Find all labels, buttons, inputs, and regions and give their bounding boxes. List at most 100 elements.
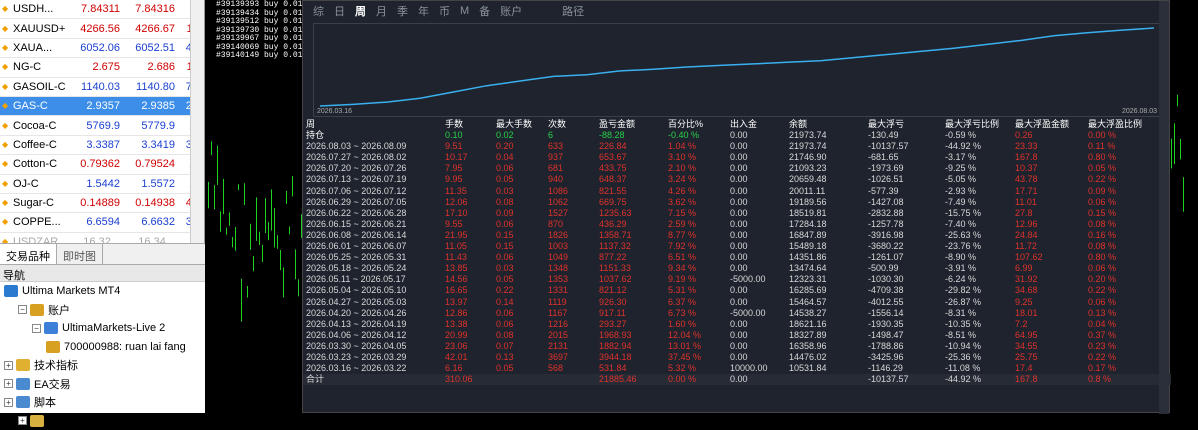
table-cell: -500.99 [868, 263, 945, 274]
market-watch-row[interactable]: ◆OJ-C1.54421.5572... [0, 175, 204, 194]
tab-tick-chart[interactable]: 即时图 [57, 244, 103, 264]
table-cell: 1527 [548, 208, 599, 219]
report-tab[interactable]: 月 [376, 3, 387, 19]
table-cell: 1003 [548, 241, 599, 252]
market-watch-row[interactable]: ◆XAUA...6052.066052.5145 [0, 39, 204, 58]
table-cell: 6.37 % [668, 297, 730, 308]
expand-icon[interactable]: + [18, 416, 27, 425]
table-cell: -88.28 [599, 130, 668, 141]
table-cell: 10531.84 [789, 363, 868, 374]
table-cell: 19189.56 [789, 197, 868, 208]
market-watch-row[interactable]: ◆USDZAR16.32...16.34...... [0, 233, 204, 243]
report-tab[interactable]: 备 [479, 3, 490, 19]
table-cell: 21973.74 [789, 141, 868, 152]
table-cell: 1353 [548, 274, 599, 285]
table-row: 2026.07.27 ~ 2026.08.0210.170.04937653.6… [303, 152, 1171, 163]
table-cell: 2.59 % [668, 219, 730, 230]
market-watch-row[interactable]: ◆NG-C2.6752.68611 [0, 58, 204, 77]
report-tab[interactable]: 账户 [500, 3, 522, 19]
expand-icon[interactable]: + [4, 379, 13, 388]
candle [268, 222, 269, 240]
tab-symbols[interactable]: 交易品种 [0, 244, 57, 264]
report-tab[interactable]: 路径 [562, 3, 584, 19]
weekly-report-table: 周手数最大手数次数盈亏金额百分比%出入金余额最大浮亏最大浮亏比例最大浮盈金额最大… [303, 119, 1171, 385]
bid-price: 6052.06 [69, 42, 124, 54]
report-tab[interactable]: 日 [334, 3, 345, 19]
table-cell: -10.35 % [945, 319, 1015, 330]
market-watch-row[interactable]: ◆COPPE...6.65946.663238 [0, 213, 204, 232]
table-cell: -3425.96 [868, 352, 945, 363]
report-tab[interactable]: 季 [397, 3, 408, 19]
table-cell: -130.49 [868, 130, 945, 141]
collapse-icon[interactable]: − [32, 324, 41, 333]
table-cell: -3680.22 [868, 241, 945, 252]
report-tab[interactable]: M [460, 5, 469, 17]
market-watch-row[interactable]: ◆Cotton-C0.793620.79524... [0, 155, 204, 174]
table-cell: 0.15 [496, 241, 548, 252]
table-cell: 0.00 [730, 252, 789, 263]
candle [259, 232, 260, 245]
navigator-item[interactable]: +脚本 [0, 393, 205, 412]
navigator-item[interactable]: +技术指标 [0, 356, 205, 375]
table-cell: 0.00 [730, 341, 789, 352]
navigator-item-label: UltimaMarkets-Live 2 [62, 322, 165, 334]
table-cell: 31.92 [1015, 274, 1088, 285]
server-icon [44, 322, 58, 334]
table-cell: 1167 [548, 308, 599, 319]
navigator-item[interactable]: +Examples [0, 412, 205, 430]
bid-price: 16.32... [69, 236, 124, 243]
symbol-arrow-icon: ◆ [2, 218, 10, 226]
report-tab[interactable]: 综 [313, 3, 324, 19]
report-tab[interactable]: 年 [418, 3, 429, 19]
table-cell: -1427.08 [868, 197, 945, 208]
table-cell: -10137.57 [868, 374, 945, 385]
market-watch-row[interactable]: ◆GAS-C2.93572.938528 [0, 97, 204, 116]
table-row: 2026.06.08 ~ 2026.06.1421.950.1518261358… [303, 230, 1171, 241]
navigator-item[interactable]: − UltimaMarkets-Live 2 [0, 319, 205, 338]
table-cell: 13.38 [445, 319, 496, 330]
accounts-icon [30, 304, 44, 316]
report-tab[interactable]: 币 [439, 3, 450, 19]
candle [286, 191, 287, 204]
bid-price: 6.6594 [69, 216, 124, 228]
table-cell: 2026.04.20 ~ 2026.04.26 [303, 308, 445, 319]
navigator-item[interactable]: +EA交易 [0, 375, 205, 394]
table-cell: 9.55 [445, 219, 496, 230]
report-tab[interactable]: 周 [355, 3, 366, 19]
market-watch-row[interactable]: ◆USDH...7.843117.843165 [0, 0, 204, 19]
expand-icon[interactable]: + [4, 398, 13, 407]
table-cell: -1973.69 [868, 163, 945, 174]
table-cell: 1.04 % [668, 141, 730, 152]
market-watch-scrollbar[interactable] [190, 0, 204, 243]
market-watch-row[interactable]: ◆Coffee-C3.33873.341932 [0, 136, 204, 155]
table-cell: 3.62 % [668, 197, 730, 208]
table-cell [496, 374, 548, 385]
table-cell: 653.67 [599, 152, 668, 163]
table-cell: 3.10 % [668, 152, 730, 163]
table-cell: -10.94 % [945, 341, 1015, 352]
table-cell: 12.96 [1015, 219, 1088, 230]
table-cell: 917.11 [599, 308, 668, 319]
bid-price: 3.3387 [69, 139, 124, 151]
table-row: 2026.05.04 ~ 2026.05.1016.650.221331821.… [303, 285, 1171, 296]
market-watch-row[interactable]: ◆Sugar-C0.148890.1493849 [0, 194, 204, 213]
navigator-item[interactable]: −账户 [0, 301, 205, 320]
expand-icon[interactable]: + [4, 361, 13, 370]
market-watch-row[interactable]: ◆XAUUSD+4266.564266.6711 [0, 19, 204, 38]
table-cell: 14476.02 [789, 352, 868, 363]
table-cell: 0.06 % [1088, 263, 1168, 274]
symbol-name: XAUUSD+ [13, 23, 69, 35]
market-watch-row[interactable]: ◆Cocoa-C5769.95779.9... [0, 116, 204, 135]
navigator-item[interactable]: 700000988: ruan lai fang [0, 338, 205, 357]
symbol-arrow-icon: ◆ [2, 44, 10, 52]
market-watch-row[interactable]: ◆GASOIL-C1140.031140.8077 [0, 78, 204, 97]
report-scrollbar[interactable] [1159, 1, 1169, 414]
table-cell: 6.99 [1015, 263, 1088, 274]
table-cell: -3916.98 [868, 230, 945, 241]
table-cell: 926.30 [599, 297, 668, 308]
table-cell: 7.15 % [668, 208, 730, 219]
table-cell: 21093.23 [789, 163, 868, 174]
navigator-item[interactable]: Ultima Markets MT4 [0, 282, 205, 301]
table-cell: 0.00 [730, 141, 789, 152]
collapse-icon[interactable]: − [18, 305, 27, 314]
